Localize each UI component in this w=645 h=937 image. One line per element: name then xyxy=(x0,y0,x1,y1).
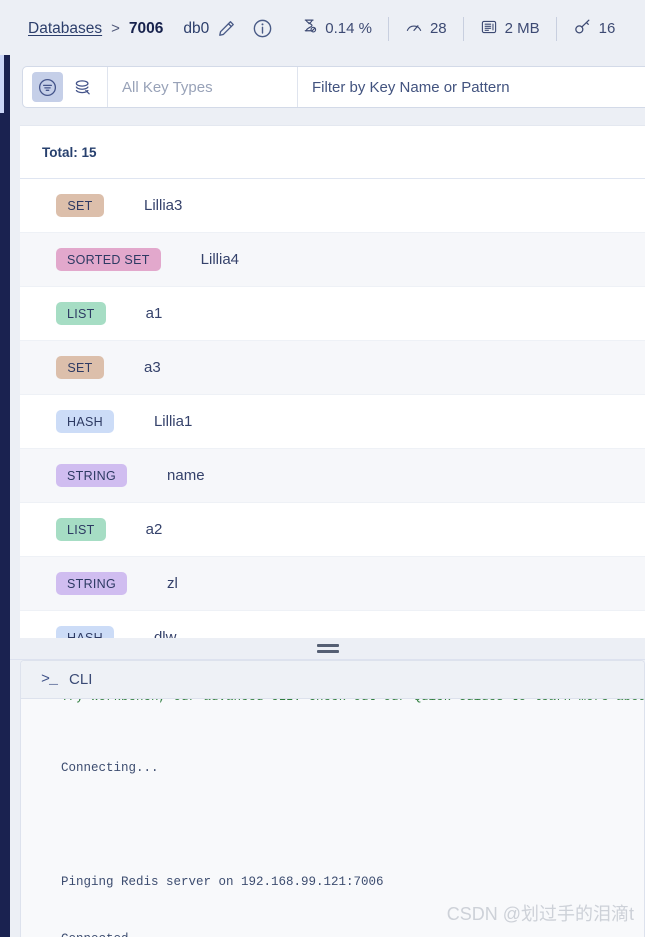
key-type-select[interactable]: All Key Types xyxy=(108,67,298,107)
key-type-badge: STRING xyxy=(56,464,128,487)
cli-title: CLI xyxy=(69,671,93,688)
filter-bar-region: All Key Types Filter by Key Name or Patt… xyxy=(10,57,645,125)
cli-line-blank xyxy=(61,816,644,835)
cli-header[interactable]: >_ CLI xyxy=(21,661,644,699)
key-type-badge: LIST xyxy=(56,518,106,541)
key-row[interactable]: SET Lillia3 xyxy=(20,179,645,233)
resize-grip-icon xyxy=(316,644,339,653)
left-nav-rail[interactable] xyxy=(0,0,10,937)
stat-commands-per-second[interactable]: 28 xyxy=(389,18,463,40)
key-row[interactable]: LIST a1 xyxy=(20,287,645,341)
key-row[interactable]: SET a3 xyxy=(20,341,645,395)
cli-output-lines: Connecting... Pinging Redis server on 19… xyxy=(61,699,644,937)
key-type-badge: SET xyxy=(56,194,104,217)
key-type-badge: LIST xyxy=(56,302,106,325)
memory-card-icon xyxy=(480,18,498,40)
key-name: zl xyxy=(167,575,178,592)
key-type-badge: SET xyxy=(56,356,104,379)
key-type-badge: STRING xyxy=(56,572,128,595)
key-type-badge: SORTED SET xyxy=(56,248,161,271)
gauge-icon xyxy=(405,18,423,40)
pencil-icon[interactable] xyxy=(217,19,236,38)
key-row[interactable]: LIST a2 xyxy=(20,503,645,557)
stat-memory[interactable]: 2 MB xyxy=(464,18,556,40)
key-name: Lillia4 xyxy=(200,251,240,268)
cli-clipped-hint-line: Try Workbench, our advanced CLI. Check o… xyxy=(61,699,644,707)
cli-line: Connecting... xyxy=(61,761,159,775)
panel-resize-handle[interactable] xyxy=(10,638,645,660)
database-index-label: db0 xyxy=(183,19,210,37)
stat-cpu-value: 0.14 % xyxy=(325,20,372,37)
terminal-prompt-icon: >_ xyxy=(41,671,58,688)
stat-commands-value: 28 xyxy=(429,20,447,37)
keys-list-panel: Total: 15 SET Lillia3 SORTED SET Lillia4 LIS… xyxy=(20,125,645,648)
cli-panel: >_ CLI Try Workbench, our advanced CLI. … xyxy=(20,660,645,937)
layers-icon[interactable] xyxy=(67,72,98,102)
left-rail-top-gap xyxy=(0,0,10,55)
key-row[interactable]: STRING name xyxy=(20,449,645,503)
hourglass-icon xyxy=(301,18,318,39)
key-name: a3 xyxy=(144,359,161,376)
breadcrumb-current-instance: 7006 xyxy=(128,19,164,37)
stat-cpu-usage[interactable]: 0.14 % xyxy=(297,18,388,39)
filter-bar-tools xyxy=(23,67,108,107)
stat-memory-value: 2 MB xyxy=(504,20,540,37)
key-name: a1 xyxy=(145,305,163,322)
keys-total-label: Total: 15 xyxy=(20,126,645,179)
key-type-badge: HASH xyxy=(56,410,114,433)
key-pattern-placeholder: Filter by Key Name or Pattern xyxy=(312,78,510,96)
filter-bar: All Key Types Filter by Key Name or Patt… xyxy=(22,66,645,108)
key-name: a2 xyxy=(145,521,163,538)
left-rail-active-indicator xyxy=(0,55,4,113)
cli-line: Connected. xyxy=(61,930,644,937)
key-pattern-input[interactable]: Filter by Key Name or Pattern xyxy=(298,67,645,107)
key-icon xyxy=(573,17,592,40)
key-type-select-value: All Key Types xyxy=(122,78,213,96)
cli-output[interactable]: Try Workbench, our advanced CLI. Check o… xyxy=(21,699,644,937)
key-row[interactable]: HASH Lillia1 xyxy=(20,395,645,449)
stat-keys-value: 16 xyxy=(598,20,616,37)
topbar: Databases > 7006 db0 0.14 % 28 2 MB 16 xyxy=(10,0,645,57)
key-name: Lillia3 xyxy=(144,197,183,214)
breadcrumb-databases-link[interactable]: Databases xyxy=(28,20,102,38)
filter-circle-icon[interactable] xyxy=(32,72,63,102)
instance-stats: 0.14 % 28 2 MB 16 xyxy=(297,16,632,41)
key-row[interactable]: SORTED SET Lillia4 xyxy=(20,233,645,287)
stat-total-keys[interactable]: 16 xyxy=(557,17,632,40)
breadcrumb-separator: > xyxy=(111,20,120,37)
key-name: Lillia1 xyxy=(153,413,193,430)
redis-insight-browser: Databases > 7006 db0 0.14 % 28 2 MB 16 A… xyxy=(0,0,645,937)
keys-rows-container: SET Lillia3 SORTED SET Lillia4 LIST a1 SET a3 HA… xyxy=(20,179,645,648)
info-circle-icon[interactable] xyxy=(252,18,273,39)
key-name: name xyxy=(167,467,205,484)
key-row[interactable]: STRING zl xyxy=(20,557,645,611)
cli-line: Pinging Redis server on 192.168.99.121:7… xyxy=(61,875,384,889)
